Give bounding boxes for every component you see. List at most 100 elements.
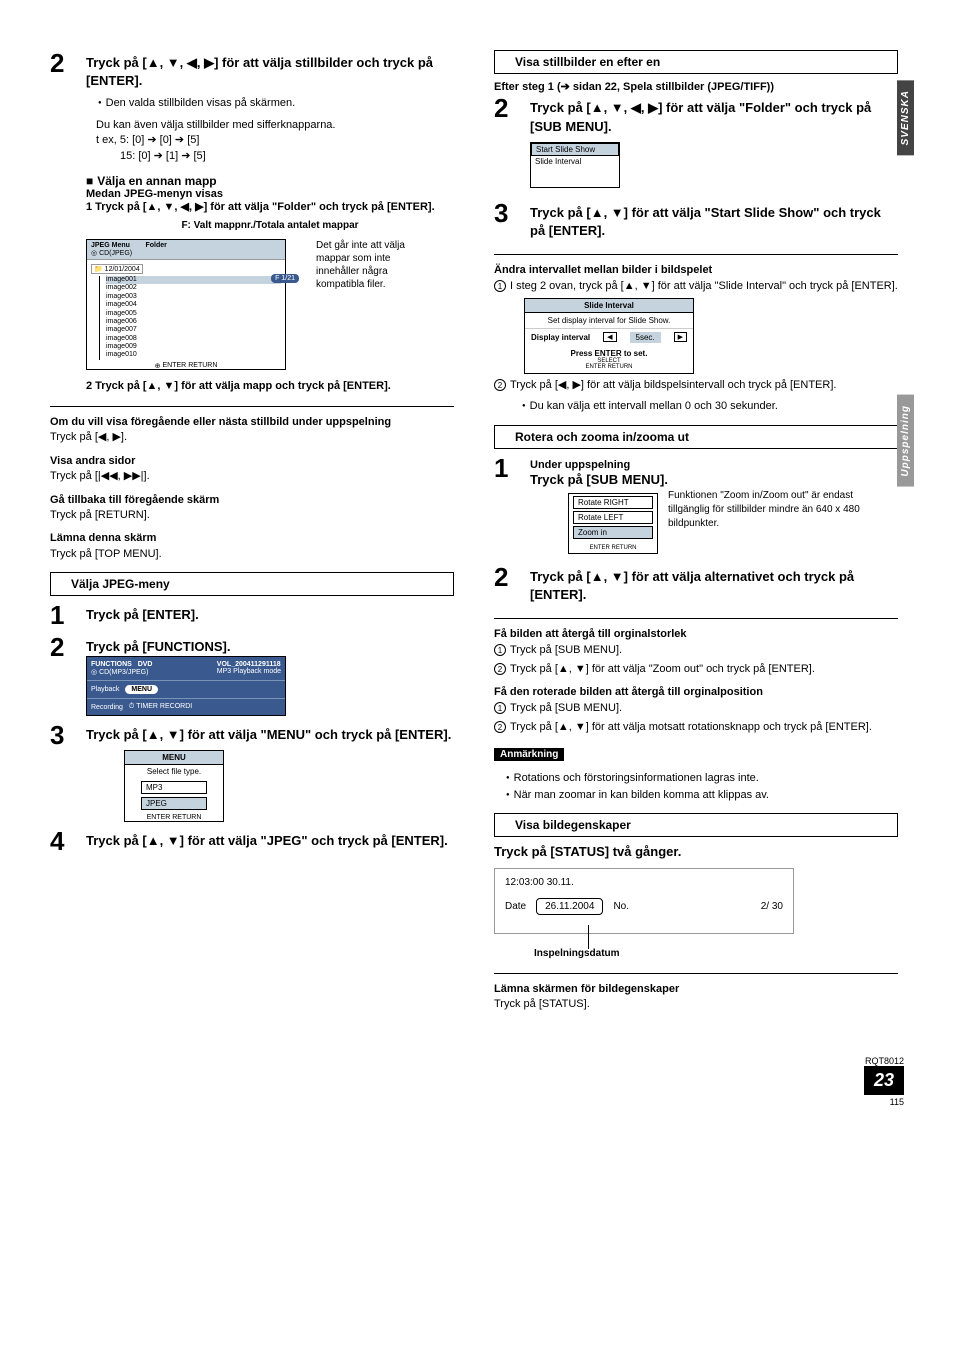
menu-title: JPEG Menu xyxy=(91,242,130,249)
hdr: Slide Interval xyxy=(525,299,693,313)
tip-text: Tryck på [RETURN]. xyxy=(50,508,454,523)
press-hint: Press ENTER to set. xyxy=(571,349,648,358)
date-value: 26.11.2004 xyxy=(536,898,603,915)
functions-screenshot: FUNCTIONS DVD ◎ CD(MP3/JPEG) VOL_2004112… xyxy=(86,656,286,716)
file-item: image002 xyxy=(106,284,281,292)
file-item: image010 xyxy=(106,351,281,359)
step-number: 1 xyxy=(494,455,530,481)
divider xyxy=(50,406,454,407)
tip-heading: Gå tillbaka till föregående skärm xyxy=(50,493,454,508)
step-4-jpeg: 4 Tryck på [▲, ▼] för att välja "JPEG" o… xyxy=(50,828,454,854)
orig-step1: 1Tryck på [SUB MENU]. xyxy=(494,643,898,658)
substep-1: 1 Tryck på [▲, ▼, ◀, ▶] för att välja "F… xyxy=(86,200,454,213)
right-column: Visa stillbilder en efter en Efter steg … xyxy=(494,50,924,1016)
step-2-functions: 2 Tryck på [FUNCTIONS]. FUNCTIONS DVD ◎ … xyxy=(50,634,454,716)
tip-heading: Lämna denna skärm xyxy=(50,531,454,546)
enter-return-hint: ENTER RETURN xyxy=(528,364,690,370)
option-mp3: MP3 xyxy=(141,781,207,794)
step-number: 4 xyxy=(50,828,86,854)
option-jpeg: JPEG xyxy=(141,797,207,810)
row-label: Playback xyxy=(91,686,119,693)
file-item: image006 xyxy=(106,318,281,326)
section-jpeg-menu: Välja JPEG-meny xyxy=(50,572,454,596)
orig-pos-heading: Få den roterade bilden att återgå till o… xyxy=(494,685,898,700)
label: CD(MP3/JPEG) xyxy=(99,669,148,676)
divider xyxy=(494,618,898,619)
menu-header: MENU xyxy=(125,751,223,765)
text: Du kan även välja stillbilder med siffer… xyxy=(96,118,454,133)
step-2-rotate-select: 2 Tryck på [▲, ▼] för att välja alternat… xyxy=(494,564,898,604)
side-tab-svenska: SVENSKA xyxy=(897,80,914,155)
enter-return-hint: ENTER RETURN xyxy=(569,543,657,553)
page-number: 23 xyxy=(864,1066,904,1095)
step-number: 3 xyxy=(494,200,530,226)
status-screenshot: 12:03:00 30.11. Date 26.11.2004 No. 2/ 3… xyxy=(494,868,794,934)
step-title: Tryck på [▲, ▼] för att välja "JPEG" och… xyxy=(86,832,454,850)
enter-return-hint: ENTER RETURN xyxy=(125,814,223,821)
orig-size-heading: Få bilden att återgå till orginalstorlek xyxy=(494,627,898,642)
no-value: 2/ 30 xyxy=(761,901,783,912)
step-number: 3 xyxy=(50,722,86,748)
interval-step2: 2Tryck på [◀, ▶] för att välja bildspels… xyxy=(494,378,898,393)
substep-2: 2 Tryck på [▲, ▼] för att välja mapp och… xyxy=(86,380,454,392)
left-arrow-icon: ◀ xyxy=(603,332,616,342)
label: MP3 Playback mode xyxy=(217,668,281,675)
change-interval-heading: Ändra intervallet mellan bilder i bildsp… xyxy=(494,263,898,278)
side-tab-uppspelning: Uppspelning xyxy=(897,395,914,487)
file-item: image007 xyxy=(106,326,281,334)
file-item: image001 xyxy=(106,276,281,284)
page-sub-number: 115 xyxy=(0,1097,904,1107)
step-number: 2 xyxy=(50,50,86,76)
rot-step2: 2Tryck på [▲, ▼] för att välja motsatt r… xyxy=(494,720,898,735)
step-title: Tryck på [FUNCTIONS]. xyxy=(86,638,454,656)
status-heading: Tryck på [STATUS] två gånger. xyxy=(494,843,898,861)
incompatible-hint: Det går inte att välja mappar som inte i… xyxy=(316,239,436,291)
tip-heading: Om du vill visa föregående eller nästa s… xyxy=(50,415,454,430)
disc-label: CD(JPEG) xyxy=(99,250,132,257)
menu-select-screenshot: MENU Select file type. MP3 JPEG ENTER RE… xyxy=(124,750,224,822)
menu-pill: MENU xyxy=(125,685,158,694)
tip-text: Tryck på [|◀◀, ▶▶|]. xyxy=(50,469,454,484)
note-label: Anmärkning xyxy=(494,748,564,761)
enter-return-hint: ⊕ ENTER RETURN xyxy=(91,362,281,370)
note-text: När man zoomar in kan bilden komma att k… xyxy=(504,788,898,803)
step-3-start-slide: 3 Tryck på [▲, ▼] för att välja "Start S… xyxy=(494,200,898,240)
no-label: No. xyxy=(613,901,629,912)
menu-item: Slide Interval xyxy=(531,156,619,167)
label: DVD xyxy=(138,661,153,668)
menu-item: Rotate RIGHT xyxy=(573,496,653,509)
tip-heading: Visa andra sidor xyxy=(50,454,454,469)
divider xyxy=(494,254,898,255)
file-item: image008 xyxy=(106,335,281,343)
step-number: 2 xyxy=(50,634,86,660)
step-title: Tryck på [▲, ▼, ◀, ▶] för att välja stil… xyxy=(86,54,454,90)
txt: Set display interval for Slide Show. xyxy=(525,313,693,329)
file-item: image005 xyxy=(106,310,281,318)
step-3-menu: 3 Tryck på [▲, ▼] för att välja "MENU" o… xyxy=(50,722,454,822)
step-number: 2 xyxy=(494,95,530,121)
mini-menu-screenshot: Start Slide Show Slide Interval xyxy=(530,142,620,188)
tips-block: Om du vill visa föregående eller nästa s… xyxy=(50,415,454,562)
menu-text: Select file type. xyxy=(125,765,223,778)
step-title: Tryck på [SUB MENU]. xyxy=(530,471,898,489)
step-1-rotate: 1 Under uppspelning Tryck på [SUB MENU].… xyxy=(494,455,898,558)
section-image-props: Visa bildegenskaper xyxy=(494,813,898,837)
label: VOL_200411291118 xyxy=(217,661,281,668)
file-item: image003 xyxy=(106,293,281,301)
leave-heading: Lämna skärmen för bildegenskaper xyxy=(494,982,898,997)
rot-step1: 1Tryck på [SUB MENU]. xyxy=(494,701,898,716)
heading-select-folder: Välja en annan mapp xyxy=(86,174,454,188)
date-label: Date xyxy=(505,901,526,912)
step-title: Tryck på [▲, ▼] för att välja "MENU" och… xyxy=(86,726,454,744)
menu-item: Rotate LEFT xyxy=(573,511,653,524)
section-rotate-zoom: Rotera och zooma in/zooma ut xyxy=(494,425,898,449)
bullet-text: Den valda stillbilden visas på skärmen. xyxy=(96,96,454,111)
after-step: Efter steg 1 (➔ sidan 22, Spela stillbil… xyxy=(494,80,898,95)
file-item: image004 xyxy=(106,301,281,309)
menu-item: Start Slide Show xyxy=(531,143,619,156)
right-arrow-icon: ▶ xyxy=(674,332,687,342)
step-title: Tryck på [▲, ▼] för att välja alternativ… xyxy=(530,568,898,604)
step-number: 2 xyxy=(494,564,530,590)
interval-step1: 1I steg 2 ovan, tryck på [▲, ▼] för att … xyxy=(494,279,898,294)
file-item: image009 xyxy=(106,343,281,351)
